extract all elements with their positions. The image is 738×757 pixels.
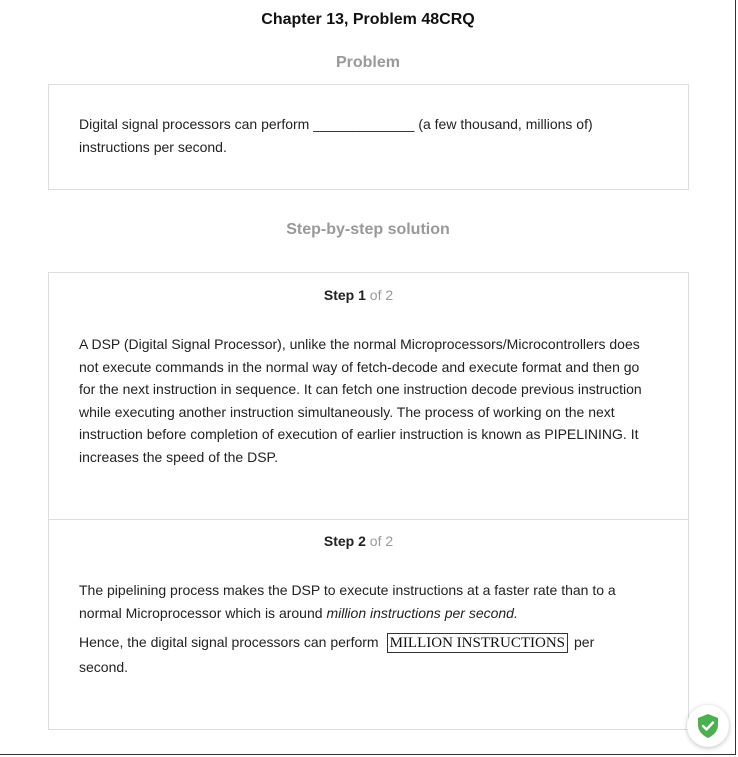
step-1-total: of 2 (369, 287, 394, 303)
step-2-label: Step (323, 533, 355, 549)
step-2-number: 2 (358, 533, 366, 549)
step-2-text: The pipelining process makes the DSP to … (79, 579, 639, 680)
step-2-total: of 2 (369, 533, 394, 549)
security-badge[interactable] (687, 705, 729, 747)
problem-heading: Problem (335, 54, 400, 71)
chapter-title: Chapter 13, Problem 48CRQ (261, 11, 475, 28)
step-1-label: Step (323, 287, 355, 303)
step-1-header: Step 1 of 2 (49, 287, 668, 303)
step-1-number: 1 (358, 287, 366, 303)
step-2-explanation: The pipelining process makes the DSP to … (79, 579, 639, 624)
step-1-text: A DSP (Digital Signal Processor), unlike… (79, 336, 642, 465)
step-2-header: Step 2 of 2 (49, 533, 668, 549)
boxed-answer: MILLION INSTRUCTIONS (386, 633, 569, 653)
solution-heading: Step-by-step solution (286, 221, 450, 238)
solution-page: Chapter 13, Problem 48CRQ Problem Digita… (0, 0, 736, 755)
steps-card: Step 1 of 2 A DSP (Digital Signal Proces… (48, 272, 689, 730)
shield-check-icon (698, 714, 718, 738)
step-2: Step 2 of 2 The pipelining process makes… (49, 519, 688, 729)
problem-card: Digital signal processors can perform __… (48, 84, 689, 190)
step-2-explanation-italic: million instructions per second. (326, 604, 518, 621)
step-2-answer: Hence, the digital signal processors can… (79, 630, 639, 680)
answer-prefix: Hence, the digital signal processors can… (79, 634, 379, 650)
step-1: Step 1 of 2 A DSP (Digital Signal Proces… (49, 273, 688, 520)
problem-text: Digital signal processors can perform __… (79, 116, 593, 155)
